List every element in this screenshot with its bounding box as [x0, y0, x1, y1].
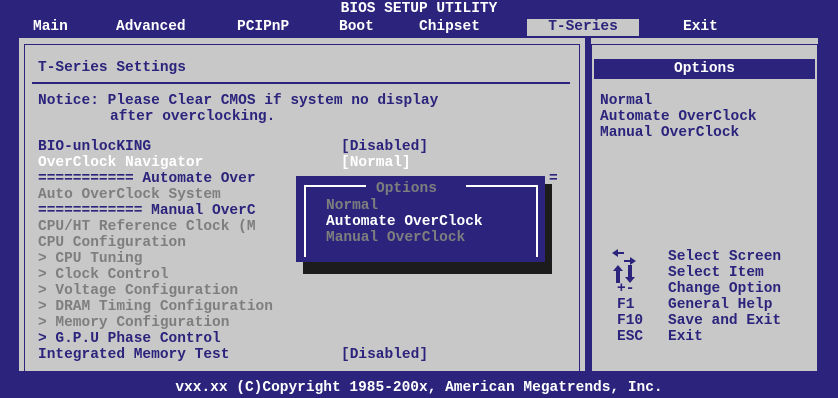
section-title: T-Series Settings: [38, 60, 186, 76]
automate-overclock-heading: =========== Automate Over: [38, 171, 256, 187]
overclock-navigator-label[interactable]: OverClock Navigator: [38, 155, 203, 171]
help-key-f10: F10: [617, 313, 644, 329]
help-select-item: Select Item: [668, 265, 764, 281]
voltage-configuration-submenu: > Voltage Configuration: [38, 283, 239, 299]
clock-control-submenu: > Clock Control: [38, 267, 169, 283]
integrated-memory-test-label[interactable]: Integrated Memory Test: [38, 347, 229, 363]
popup-option-automate-overclock[interactable]: Automate OverClock: [326, 214, 483, 230]
notice-line-2: after overclocking.: [110, 109, 276, 125]
help-general-help: General Help: [668, 297, 773, 313]
tab-chipset[interactable]: Chipset: [419, 19, 480, 36]
help-panel: Options Normal Automate OverClock Manual…: [591, 38, 818, 376]
help-options-header: Options: [594, 59, 815, 79]
tab-advanced[interactable]: Advanced: [116, 19, 186, 36]
integrated-memory-test-value[interactable]: [Disabled]: [341, 347, 428, 363]
memory-configuration-submenu: > Memory Configuration: [38, 315, 230, 331]
cpu-tuning-submenu: > CPU Tuning: [38, 251, 143, 267]
cpu-ht-reference-clock: CPU/HT Reference Clock (M: [38, 219, 256, 235]
auto-overclock-system: Auto OverClock System: [38, 187, 221, 203]
help-option-automate: Automate OverClock: [600, 109, 757, 125]
bios-title: BIOS SETUP UTILITY: [340, 1, 498, 17]
help-key-esc: ESC: [617, 329, 644, 345]
help-select-screen: Select Screen: [668, 249, 782, 265]
tab-main[interactable]: Main: [33, 19, 68, 36]
help-save-and-exit: Save and Exit: [668, 313, 782, 329]
copyright-text: vxx.xx (C)Copyright 1985-200x, American …: [175, 380, 663, 396]
dram-timing-configuration-submenu: > DRAM Timing Configuration: [38, 299, 273, 315]
section-divider: [32, 82, 570, 84]
top-menu-bar: BIOS SETUP UTILITY Main Advanced PCIPnP …: [0, 0, 838, 38]
help-change-option: Change Option: [668, 281, 782, 297]
bio-unlocking-value[interactable]: [Disabled]: [341, 139, 428, 155]
help-option-normal: Normal: [600, 93, 653, 109]
tab-exit[interactable]: Exit: [683, 19, 718, 36]
options-popup-title: Options: [376, 181, 437, 197]
cpu-configuration: CPU Configuration: [38, 235, 186, 251]
tab-pcipnp[interactable]: PCIPnP: [237, 19, 289, 36]
footer-bar: vxx.xx (C)Copyright 1985-200x, American …: [0, 377, 838, 398]
overclock-navigator-value[interactable]: [Normal]: [341, 155, 411, 171]
tab-boot[interactable]: Boot: [339, 19, 374, 36]
gpu-phase-control-submenu[interactable]: > G.P.U Phase Control: [38, 331, 221, 347]
popup-option-normal[interactable]: Normal: [326, 198, 378, 214]
options-popup[interactable]: Options Normal Automate OverClock Manual…: [296, 176, 545, 262]
bio-unlocking-label[interactable]: BIO-unlocKING: [38, 139, 151, 155]
help-key-f1: F1: [617, 297, 635, 313]
notice-line-1: Notice: Please Clear CMOS if system no d…: [38, 93, 439, 109]
manual-overclock-heading: ============ Manual OverC: [38, 203, 256, 219]
help-exit: Exit: [668, 329, 703, 345]
help-key-plus-minus: +-: [617, 281, 635, 297]
help-option-manual: Manual OverClock: [600, 125, 740, 141]
popup-option-manual-overclock[interactable]: Manual OverClock: [326, 230, 465, 246]
tab-t-series[interactable]: T-Series: [527, 19, 639, 36]
